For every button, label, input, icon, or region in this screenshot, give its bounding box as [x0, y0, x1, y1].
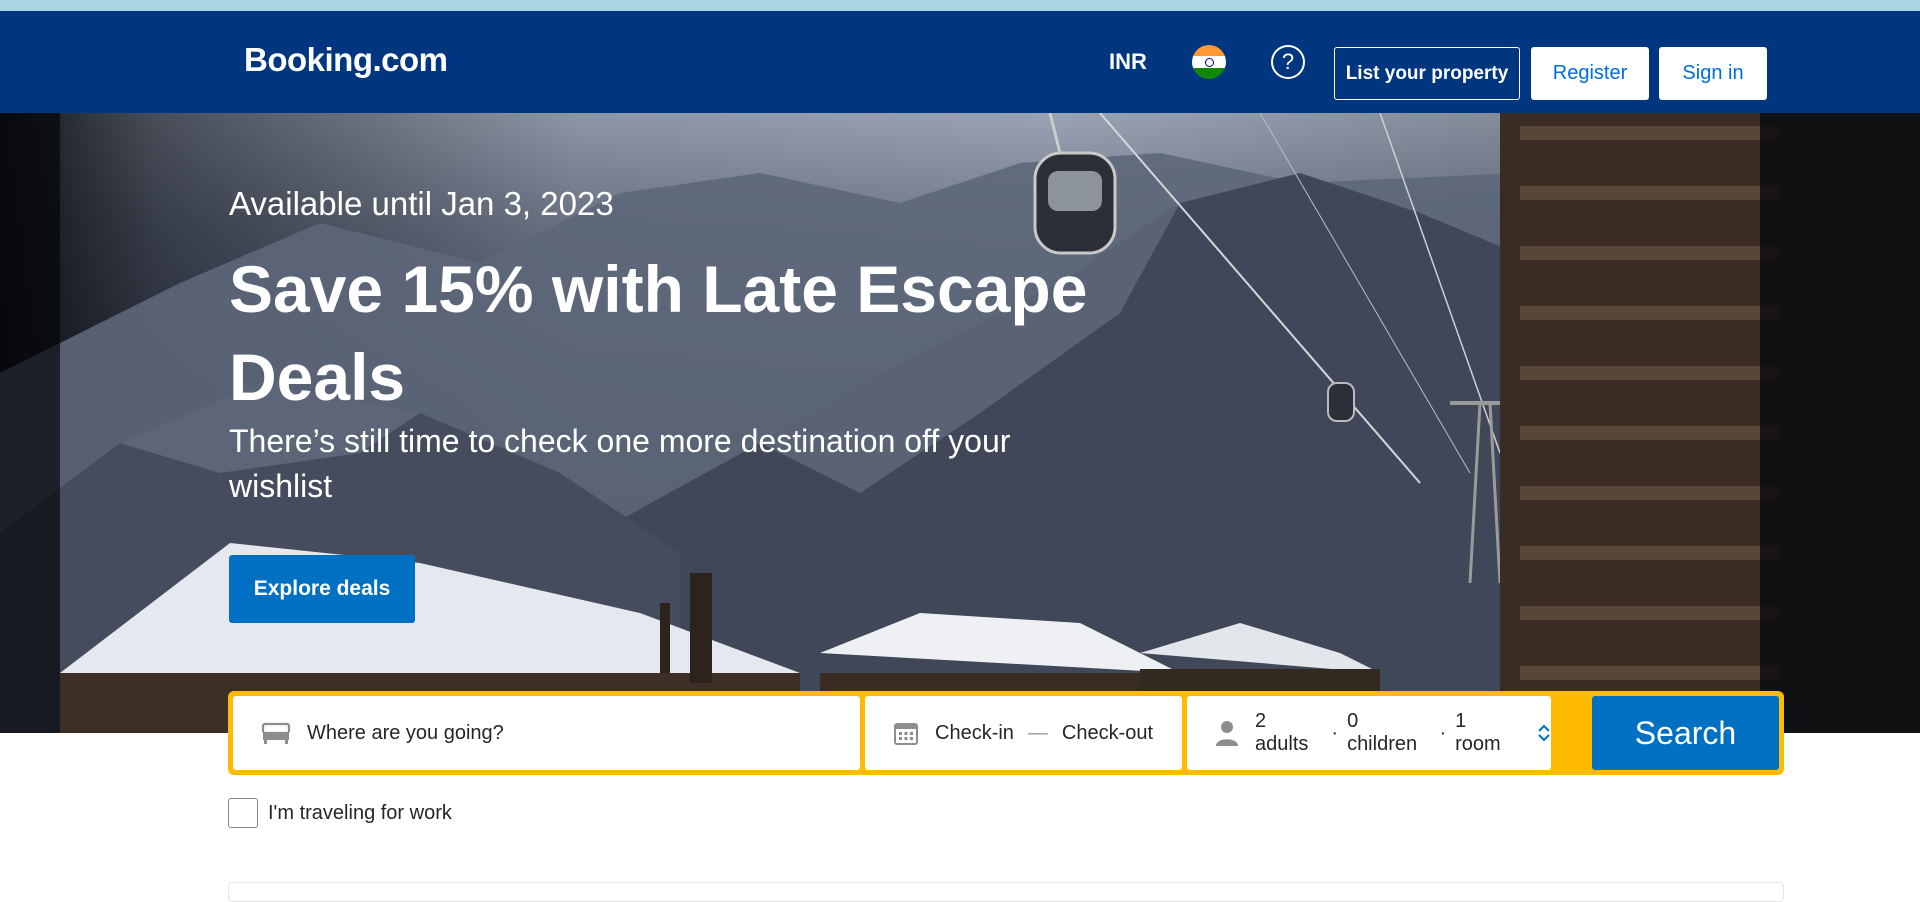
separator-dot: ·	[1331, 721, 1339, 744]
currency-selector[interactable]: INR	[1109, 49, 1147, 75]
adults-count: 2 adults	[1255, 710, 1309, 755]
date-range-field[interactable]: Check-in — Check-out	[865, 696, 1182, 770]
register-button[interactable]: Register	[1531, 47, 1649, 100]
booking-logo[interactable]: Booking.com	[244, 41, 448, 79]
india-flag-icon[interactable]	[1192, 45, 1226, 79]
explore-deals-button[interactable]: Explore deals	[229, 555, 415, 623]
checkin-label: Check-in	[935, 721, 1014, 744]
search-bar: Where are you going? Check-in — Check-ou…	[228, 691, 1784, 775]
date-dash: —	[1027, 721, 1048, 744]
work-travel-option[interactable]: I'm traveling for work	[228, 798, 452, 828]
hero-title: Save 15% with Late Escape Deals	[229, 252, 1088, 414]
list-property-button[interactable]: List your property	[1334, 47, 1520, 100]
checkout-label: Check-out	[1061, 721, 1154, 744]
destination-field[interactable]: Where are you going?	[233, 696, 860, 770]
calendar-icon	[893, 720, 919, 746]
work-travel-checkbox[interactable]	[228, 798, 258, 828]
search-button[interactable]: Search	[1592, 696, 1779, 770]
sign-in-button[interactable]: Sign in	[1659, 47, 1767, 100]
rooms-count: 1 room	[1455, 710, 1501, 755]
separator-dot: ·	[1439, 721, 1447, 744]
question-mark-icon[interactable]: ?	[1271, 45, 1305, 79]
work-travel-label: I'm traveling for work	[268, 801, 452, 824]
site-header: Booking.com INR ? List your property Reg…	[0, 11, 1920, 113]
deal-availability-text: Available until Jan 3, 2023	[229, 185, 614, 222]
guests-field[interactable]: 2 adults · 0 children · 1 room	[1187, 696, 1551, 770]
chevron-up-down-icon	[1537, 723, 1551, 743]
hero-banner: Available until Jan 3, 2023 Save 15% wit…	[0, 113, 1920, 733]
person-icon	[1215, 719, 1239, 747]
hero-subtitle: There’s still time to check one more des…	[229, 423, 1011, 504]
destination-placeholder: Where are you going?	[307, 721, 504, 744]
children-count: 0 children	[1347, 710, 1418, 755]
browser-top-strip	[0, 0, 1920, 11]
content-card-edge	[228, 882, 1784, 902]
bed-icon	[261, 721, 291, 745]
